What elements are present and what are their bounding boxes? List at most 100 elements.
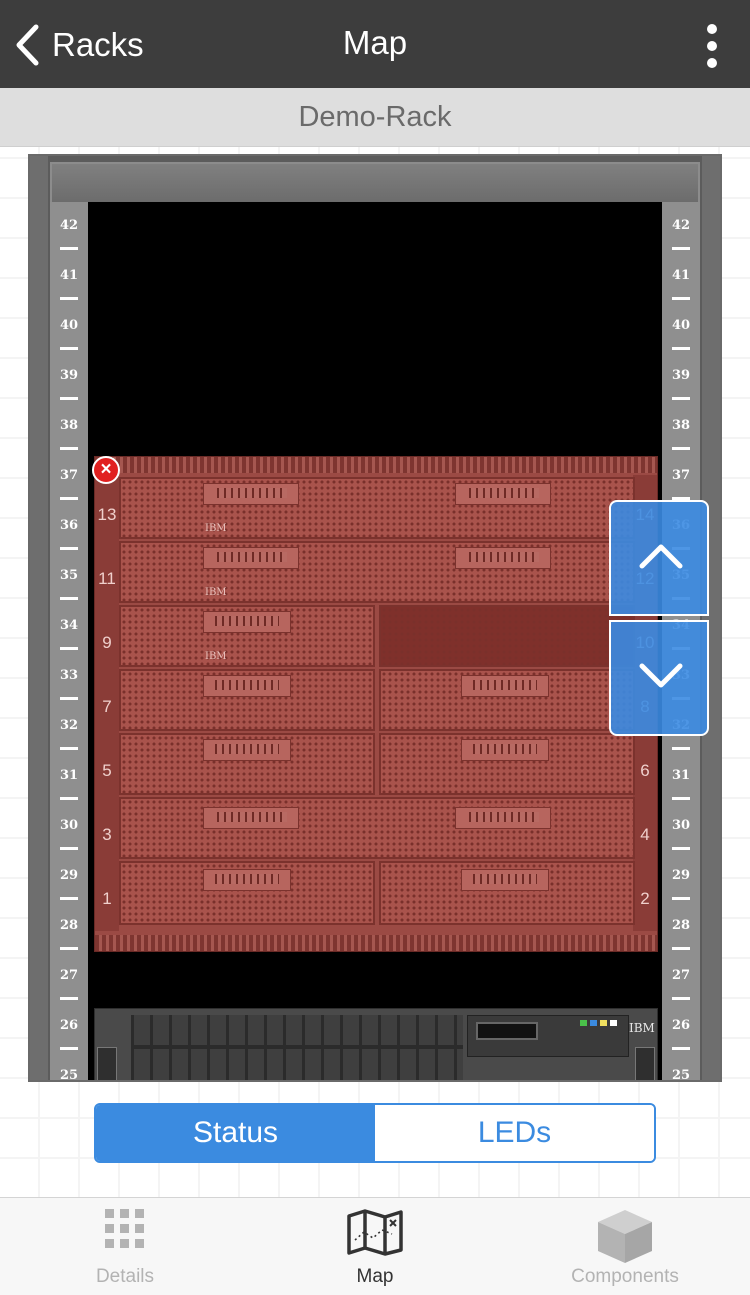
rack-unit-label: 41 [671,268,691,283]
rack-unit-tick [60,347,78,350]
rack-unit-label: 30 [671,818,691,833]
rack-unit-label: 37 [671,468,691,483]
blade-server[interactable] [119,797,635,859]
back-button[interactable]: Racks [14,22,144,68]
status-segment[interactable]: Status [96,1105,375,1161]
rack-unit-tick [672,1047,690,1050]
rack-unit-tick [672,847,690,850]
slot-label: 11 [98,569,116,588]
blade-server[interactable] [119,861,375,925]
rack-unit-tick [672,297,690,300]
slot-label: 4 [640,825,650,844]
rack-unit-tick [672,447,690,450]
rack-unit-tick [60,797,78,800]
tab-components[interactable]: Components [550,1198,700,1295]
rack-unit-label: 39 [59,368,79,383]
rack-unit-label: 42 [59,218,79,233]
rack-unit-tick [60,897,78,900]
view-mode-segmented-control[interactable]: Status LEDs [94,1103,656,1163]
rack-unit-label: 40 [59,318,79,333]
cube-icon [598,1210,652,1263]
leds-segment[interactable]: LEDs [375,1105,654,1161]
server-handle-right [635,1047,655,1080]
rack-unit-tick [60,247,78,250]
rack-unit-tick [672,247,690,250]
tab-bar: Details Map Components [0,1197,750,1295]
blade-server[interactable] [379,669,635,731]
rack-unit-label: 42 [671,218,691,233]
tab-map[interactable]: Map [314,1198,436,1295]
slot-label: 6 [640,761,650,780]
rack-unit-tick [60,997,78,1000]
rack-unit-tick [60,697,78,700]
slot-label: 7 [102,697,112,716]
grid-icon [105,1209,144,1248]
tab-details[interactable]: Details [64,1198,186,1295]
rack-unit-label: 30 [59,818,79,833]
server-handle-left [97,1047,117,1080]
map-icon [347,1209,403,1256]
chevron-up-icon [639,544,683,569]
navigation-bar: Racks Map [0,0,750,88]
back-label: Racks [52,26,144,63]
rack-top-panel [50,162,700,206]
rack-unit-label: 25 [59,1068,79,1082]
rack-unit-label: 28 [671,918,691,933]
rack-unit-tick [672,797,690,800]
blade-server[interactable] [119,733,375,795]
blade-server[interactable]: IBM [119,477,635,539]
rack-unit-label: 26 [671,1018,691,1033]
rack-unit-label: 32 [59,718,79,733]
rack-unit-label: 29 [59,868,79,883]
rack-unit-tick [60,447,78,450]
blade-server[interactable] [379,605,635,667]
scroll-down-button[interactable] [609,620,709,736]
tab-label: Details [95,1266,155,1287]
remove-chassis-button[interactable]: × [92,456,120,484]
rack-unit-tick [60,1047,78,1050]
server-control-panel [467,1015,629,1057]
rack-post-right [702,156,720,1080]
blade-chassis[interactable]: 13 11 9 7 5 3 1 14 12 10 8 6 4 2 IBM IBM [94,456,658,952]
rack-unit-label: 26 [59,1018,79,1033]
rack-unit-label: 27 [59,968,79,983]
rack-unit-tick [60,497,78,500]
slot-label: 13 [97,505,117,524]
rack-unit-label: 40 [671,318,691,333]
chassis-top-vent [95,457,657,473]
brand-label: IBM [205,587,227,598]
more-options-icon[interactable] [700,24,724,68]
rack-unit-label: 31 [59,768,79,783]
blade-server[interactable]: IBM [119,605,375,667]
brand-label: IBM [205,651,227,662]
tab-label: Components [571,1266,679,1287]
rack-name-header: Demo-Rack [0,88,750,147]
blade-server[interactable] [379,733,635,795]
blade-server[interactable] [379,861,635,925]
slot-label: 3 [102,825,112,844]
chevron-left-icon [16,24,39,66]
rack-unit-label: 35 [59,568,79,583]
blade-server[interactable]: IBM [119,541,635,603]
drive-bays [131,1015,463,1080]
rack-server[interactable]: IBM [94,1008,658,1080]
rack-unit-tick [672,897,690,900]
rack-unit-label: 38 [671,418,691,433]
rack-view[interactable]: 42 41 40 39 38 37 36 35 34 33 32 31 30 29 28 27 26 25 42 4… [28,154,722,1082]
rack-unit-label: 29 [671,868,691,883]
rack-unit-label: 25 [671,1068,691,1082]
rack-unit-label: 39 [671,368,691,383]
rack-unit-label: 41 [59,268,79,283]
rack-unit-label: 36 [59,518,79,533]
rack-unit-tick [672,747,690,750]
slot-label: 5 [102,761,112,780]
rack-unit-tick [672,347,690,350]
blade-server[interactable] [119,669,375,731]
rack-unit-label: 38 [59,418,79,433]
slot-label: 2 [640,889,650,908]
chevron-down-icon [639,663,683,688]
rack-unit-label: 31 [671,768,691,783]
rack-unit-tick [60,747,78,750]
rack-unit-tick [60,847,78,850]
scroll-up-button[interactable] [609,500,709,616]
